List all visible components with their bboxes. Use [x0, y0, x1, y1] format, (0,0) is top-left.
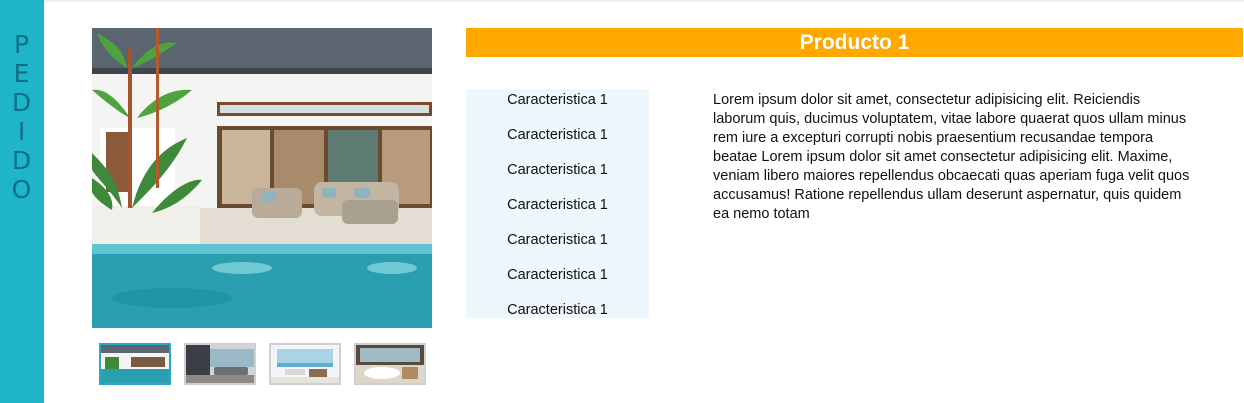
top-divider [44, 0, 1244, 2]
thumbnail-2[interactable] [184, 343, 256, 385]
feature-item: Caracteristica 1 [507, 197, 608, 213]
feature-list: Caracteristica 1 Caracteristica 1 Caract… [466, 89, 649, 318]
sidebar-letter: D [11, 88, 33, 117]
sidebar-letter: I [17, 117, 27, 146]
thumbnail-strip [99, 343, 426, 385]
sidebar-letter: P [13, 30, 31, 59]
feature-item: Caracteristica 1 [507, 232, 608, 248]
sidebar: P E D I D O [0, 0, 44, 403]
sidebar-letter: O [11, 175, 33, 204]
feature-item: Caracteristica 1 [507, 127, 608, 143]
thumbnail-4[interactable] [354, 343, 426, 385]
product-description: Lorem ipsum dolor sit amet, consectetur … [713, 92, 1190, 222]
thumbnail-1[interactable] [99, 343, 171, 385]
feature-item: Caracteristica 1 [507, 302, 608, 318]
sidebar-letter: D [11, 146, 33, 175]
feature-item: Caracteristica 1 [507, 162, 608, 178]
thumbnail-3[interactable] [269, 343, 341, 385]
feature-item: Caracteristica 1 [507, 92, 608, 108]
sidebar-letter: E [13, 59, 31, 88]
main-product-image [92, 28, 432, 328]
feature-item: Caracteristica 1 [507, 267, 608, 283]
product-title: Producto 1 [466, 28, 1243, 57]
